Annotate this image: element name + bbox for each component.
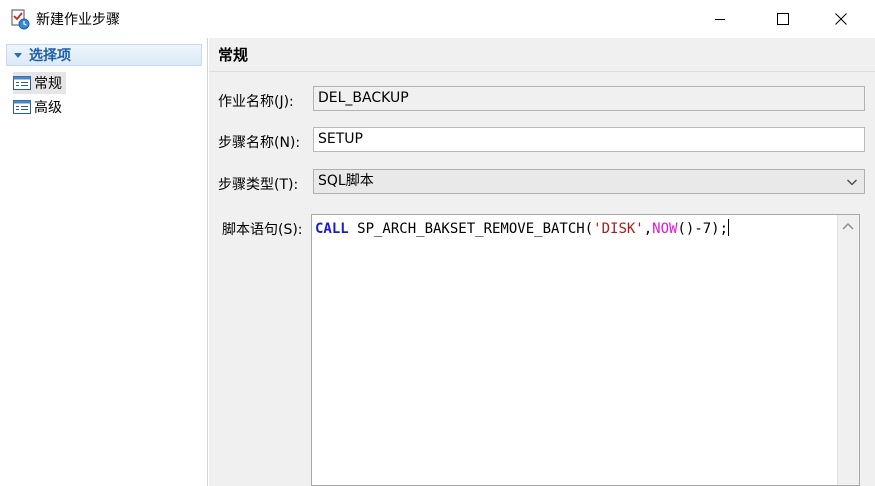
text-caret	[728, 219, 730, 236]
collapse-triangle-icon	[14, 52, 22, 58]
string-literal: 'DISK'	[593, 221, 644, 237]
step-name-label: 步骤名称(N):	[218, 135, 301, 151]
list-icon	[13, 100, 31, 114]
script-code: CALL SP_ARCH_BAKSET_REMOVE_BATCH('DISK',…	[315, 219, 730, 237]
comma: ,	[643, 221, 653, 237]
chevron-down-icon	[847, 179, 857, 185]
chevron-up-icon[interactable]	[841, 221, 855, 233]
step-type-value: SQL脚本	[318, 173, 374, 189]
job-name-label: 作业名称(J):	[218, 94, 294, 110]
sidebar-item-general[interactable]: 常规	[13, 72, 66, 94]
vertical-scrollbar[interactable]	[837, 215, 859, 485]
keyword-call: CALL	[315, 221, 349, 237]
script-label: 脚本语句(S):	[222, 222, 303, 238]
step-name-value: SETUP	[318, 131, 363, 147]
step-type-label: 步骤类型(T):	[218, 177, 299, 193]
minimize-icon	[715, 19, 725, 20]
job-name-value: DEL_BACKUP	[318, 90, 409, 106]
sidebar-item-label: 高级	[34, 100, 62, 116]
sidebar-item-advanced[interactable]: 高级	[13, 96, 66, 118]
step-name-field[interactable]: SETUP	[313, 127, 865, 152]
maximize-button[interactable]	[760, 0, 806, 38]
general-page: 常规 作业名称(J): DEL_BACKUP 步骤名称(N): SETUP 步骤…	[209, 38, 875, 486]
title-bar: 新建作业步骤	[0, 0, 875, 38]
job-name-field[interactable]: DEL_BACKUP	[313, 86, 865, 111]
statement-tail: ()-7);	[677, 221, 729, 237]
close-icon	[835, 13, 847, 25]
selection-header[interactable]: 选择项	[6, 44, 202, 66]
minimize-button[interactable]	[697, 0, 743, 38]
selection-pane: 选择项 常规 高级	[0, 38, 208, 486]
selection-header-label: 选择项	[29, 48, 71, 64]
close-button[interactable]	[818, 0, 864, 38]
section-title: 常规	[218, 46, 249, 64]
step-type-select[interactable]: SQL脚本	[313, 169, 865, 194]
maximize-icon	[777, 13, 789, 25]
sidebar-item-label: 常规	[34, 76, 62, 92]
script-editor[interactable]: CALL SP_ARCH_BAKSET_REMOVE_BATCH('DISK',…	[311, 214, 860, 486]
window-title: 新建作业步骤	[36, 12, 120, 28]
list-icon	[13, 76, 31, 90]
procedure-name: SP_ARCH_BAKSET_REMOVE_BATCH(	[348, 221, 594, 237]
section-header: 常规	[209, 38, 875, 72]
job-step-icon	[11, 9, 30, 30]
function-now: NOW	[652, 221, 678, 237]
